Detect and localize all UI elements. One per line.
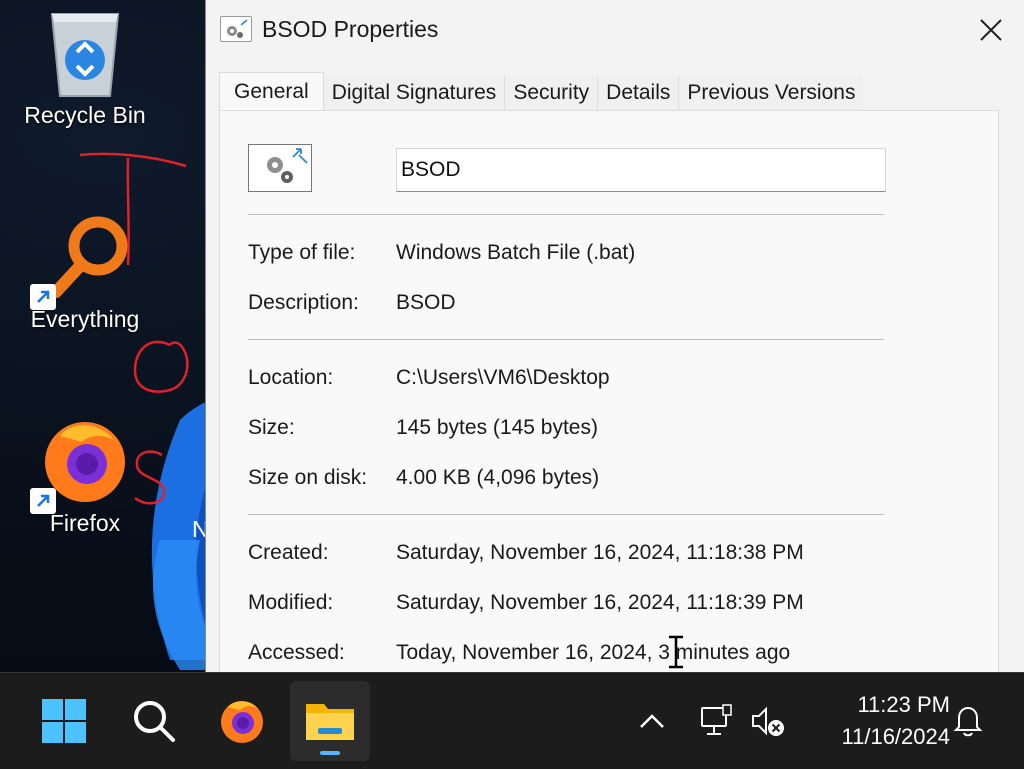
created-value: Saturday, November 16, 2024, 11:18:38 PM	[396, 541, 804, 564]
desktop-icon-label: Recycle Bin	[24, 102, 146, 128]
tab-general[interactable]: General	[219, 72, 324, 111]
size-on-disk-value: 4.00 KB (4,096 bytes)	[396, 466, 600, 489]
separator	[248, 514, 884, 515]
clock-time: 11:23 PM	[857, 692, 950, 717]
text-cursor-icon	[669, 635, 683, 669]
close-icon	[980, 19, 1002, 41]
file-name-input[interactable]	[396, 148, 886, 192]
size-value: 145 bytes (145 bytes)	[396, 416, 598, 439]
location-label: Location:	[248, 366, 334, 389]
tab-details[interactable]: Details	[598, 76, 680, 110]
location-value: C:\Users\VM6\Desktop	[396, 366, 610, 389]
everything-search-icon	[30, 212, 130, 310]
desktop-icon-label: Everything	[30, 306, 140, 332]
file-explorer-icon	[306, 704, 354, 740]
dialog-title: BSOD Properties	[262, 16, 439, 42]
modified-value: Saturday, November 16, 2024, 11:18:39 PM	[396, 591, 804, 614]
separator	[248, 214, 884, 215]
desktop-icon-everything[interactable]: Everything	[10, 212, 160, 333]
active-app-indicator	[320, 751, 340, 755]
batch-file-icon	[220, 16, 252, 42]
close-button[interactable]	[971, 10, 1011, 50]
tab-previous-versions[interactable]: Previous Versions	[679, 76, 864, 110]
clock-date: 11/16/2024	[841, 724, 950, 749]
description-value: BSOD	[396, 291, 456, 314]
search-icon	[134, 701, 175, 742]
network-icon	[701, 704, 732, 735]
size-on-disk-label: Size on disk:	[248, 466, 368, 489]
shortcut-arrow-icon	[30, 284, 56, 310]
size-label: Size:	[248, 416, 295, 439]
volume-button[interactable]	[750, 703, 786, 739]
tab-security[interactable]: Security	[505, 76, 599, 110]
modified-label: Modified:	[248, 591, 334, 614]
desktop-icon-recycle-bin[interactable]: Recycle Bin	[10, 8, 160, 129]
tab-strip: General Digital Signatures Security Deta…	[219, 72, 864, 111]
taskbar-file-explorer-button[interactable]	[290, 681, 370, 761]
tab-digital-signatures[interactable]: Digital Signatures	[323, 76, 506, 110]
firefox-icon	[221, 701, 263, 743]
search-button[interactable]	[114, 681, 194, 761]
properties-dialog: BSOD Properties General Digital Signatur…	[205, 0, 1024, 672]
show-hidden-icons-button[interactable]	[634, 703, 670, 739]
type-of-file-label: Type of file:	[248, 241, 356, 264]
separator	[248, 339, 884, 340]
shortcut-arrow-icon	[30, 488, 56, 514]
recycle-bin-icon	[40, 8, 130, 98]
desktop-icon-label: Firefox	[49, 510, 121, 536]
notifications-button[interactable]	[950, 703, 986, 739]
taskbar-firefox-button[interactable]	[202, 681, 282, 761]
general-tab-panel: Type of file: Windows Batch File (.bat) …	[219, 110, 999, 672]
clock[interactable]: 11:23 PM 11/16/2024	[800, 689, 950, 753]
start-button[interactable]	[24, 681, 104, 761]
notification-bell-icon	[953, 706, 983, 737]
chevron-up-icon	[640, 714, 664, 728]
created-label: Created:	[248, 541, 329, 564]
desktop-icon-firefox[interactable]: Firefox	[10, 416, 160, 537]
network-button[interactable]	[698, 703, 734, 739]
type-of-file-value: Windows Batch File (.bat)	[396, 241, 636, 264]
start-icon	[42, 699, 86, 743]
description-label: Description:	[248, 291, 359, 314]
title-bar[interactable]: BSOD Properties	[206, 0, 1024, 60]
volume-muted-icon	[752, 706, 784, 736]
accessed-value: Today, November 16, 2024, 3 minutes ago	[396, 641, 791, 664]
accessed-label: Accessed:	[248, 641, 345, 664]
taskbar: 11:23 PM 11/16/2024	[0, 672, 1024, 769]
batch-file-icon	[248, 144, 312, 192]
firefox-icon	[30, 416, 130, 514]
